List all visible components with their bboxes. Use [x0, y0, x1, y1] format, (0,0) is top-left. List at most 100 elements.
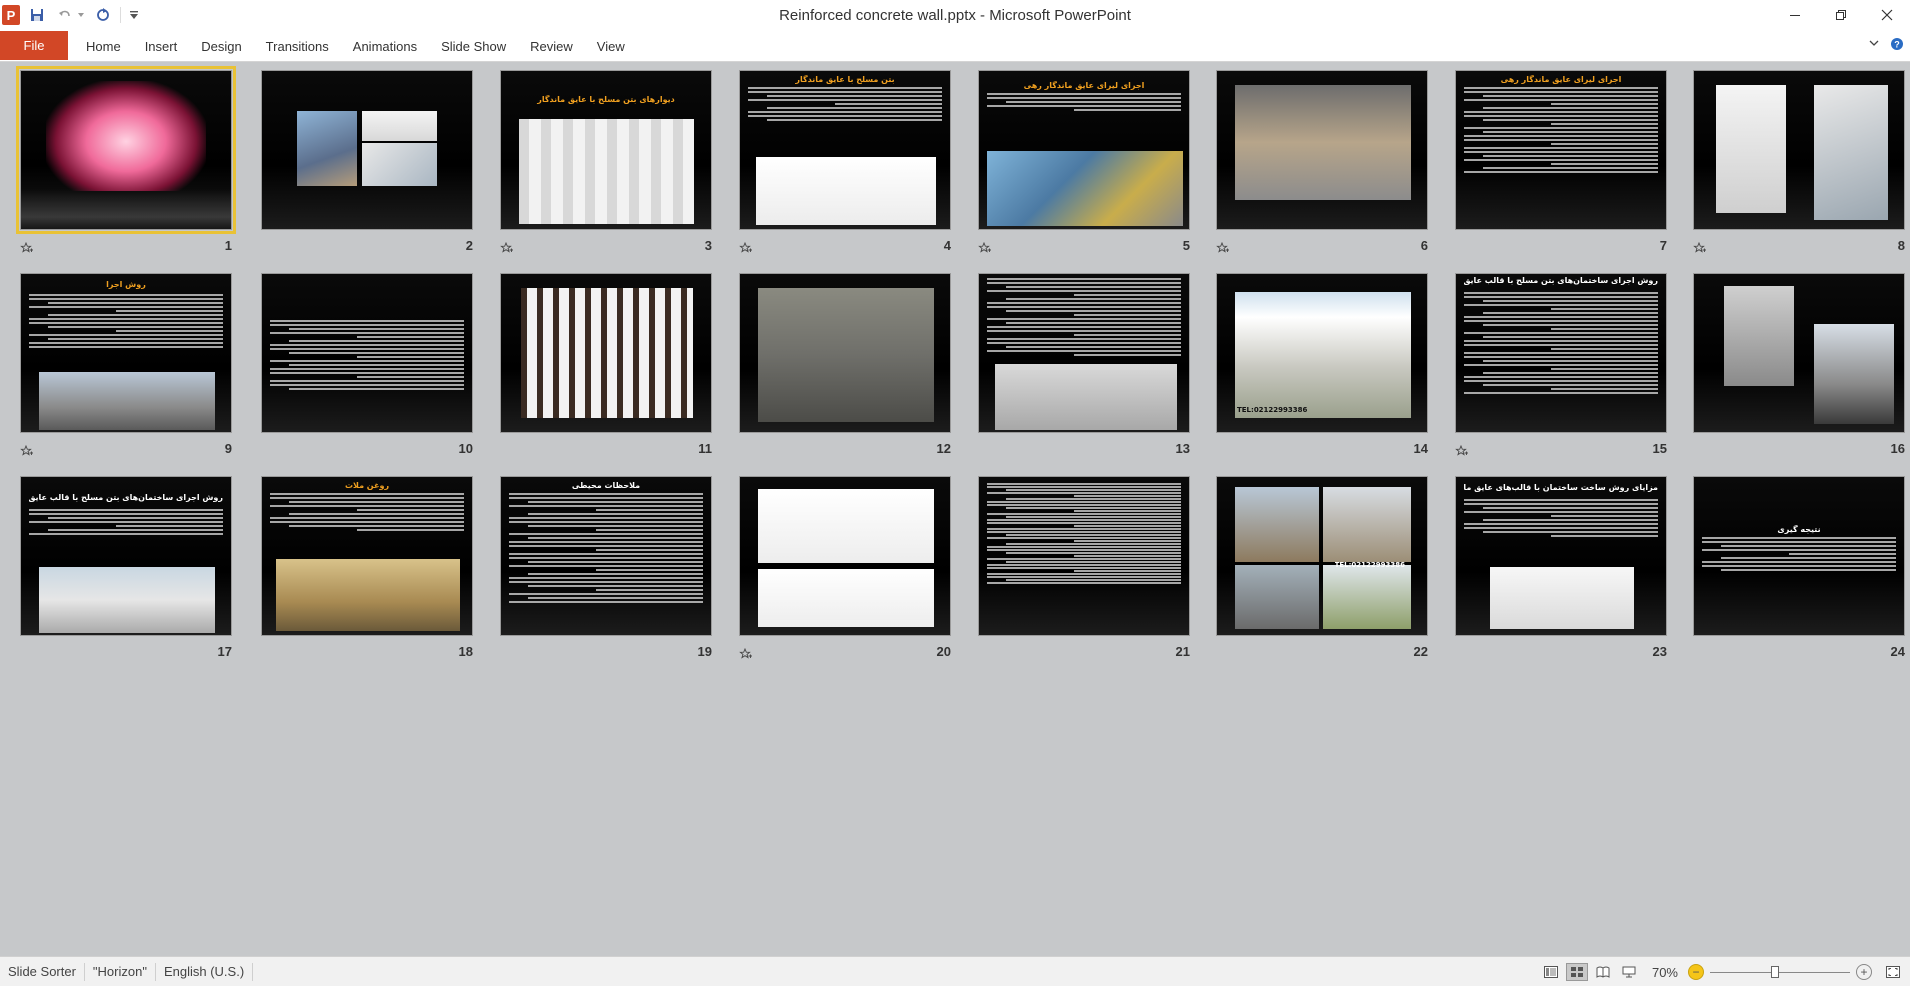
slide-thumbnail-3[interactable]: دیوارهای بتن مسلح با عایق ماندگار — [500, 70, 712, 230]
tab-transitions[interactable]: Transitions — [266, 39, 329, 54]
animation-star-icon[interactable] — [20, 444, 34, 457]
slide-thumbnail-4[interactable]: بتن مسلح با عایق ماندگار — [739, 70, 951, 230]
reading-view-icon[interactable] — [1592, 963, 1614, 981]
zoom-slider-thumb[interactable] — [1770, 966, 1779, 978]
slide-thumbnail-21[interactable] — [978, 476, 1190, 636]
text-line — [509, 577, 703, 579]
restore-button[interactable] — [1818, 0, 1864, 30]
slide-text-block — [1464, 499, 1658, 539]
tab-view[interactable]: View — [597, 39, 625, 54]
text-line — [509, 533, 703, 535]
text-line — [987, 278, 1181, 280]
zoom-level[interactable]: 70% — [1652, 965, 1678, 980]
text-line — [1464, 99, 1658, 101]
help-icon[interactable]: ? — [1890, 37, 1904, 54]
text-line — [1483, 300, 1658, 302]
site-wall-photo — [1235, 85, 1411, 200]
slide-thumbnail-24[interactable]: نتیجه گیری — [1693, 476, 1905, 636]
text-line — [987, 326, 1181, 328]
text-line — [1789, 553, 1896, 555]
animation-star-icon[interactable] — [1216, 241, 1230, 254]
text-line — [1006, 298, 1181, 300]
tab-slide-show[interactable]: Slide Show — [441, 39, 506, 54]
tab-design[interactable]: Design — [201, 39, 241, 54]
text-line — [1006, 507, 1181, 509]
slide-thumbnail-23[interactable]: مزایای روش ساخت ساختمان با قالب‌های عایق… — [1455, 476, 1667, 636]
text-line — [509, 553, 703, 555]
icf-blocks-photo — [39, 567, 215, 633]
slide-thumbnail-17[interactable]: روش اجرای ساختمان‌های بتن مسلح با قالب ع… — [20, 476, 232, 636]
slab-detail-drawing — [758, 489, 934, 563]
slide-thumbnail-9[interactable]: روش اجرا — [20, 273, 232, 433]
slide-thumbnail-19[interactable]: ملاحظات محیطی — [500, 476, 712, 636]
status-theme[interactable]: "Horizon" — [85, 962, 156, 981]
text-line — [1074, 334, 1181, 336]
text-line — [987, 306, 1181, 308]
text-line — [29, 533, 223, 535]
text-line — [48, 517, 223, 519]
concrete-pour-photo — [758, 288, 934, 422]
text-line — [1483, 155, 1658, 157]
text-line — [509, 557, 703, 559]
animation-star-icon[interactable] — [20, 241, 34, 254]
section-drawing — [758, 569, 934, 627]
zoom-out-button[interactable]: − — [1688, 964, 1704, 980]
text-line — [748, 87, 942, 89]
slide-number: 22 — [1413, 644, 1428, 659]
animation-star-icon[interactable] — [739, 241, 753, 254]
slide-thumbnail-11[interactable] — [500, 273, 712, 433]
text-line — [509, 545, 703, 547]
text-line — [1464, 511, 1658, 513]
tab-insert[interactable]: Insert — [145, 39, 178, 54]
animation-star-icon[interactable] — [1455, 444, 1469, 457]
slide-thumbnail-16[interactable] — [1693, 273, 1905, 433]
tab-animations[interactable]: Animations — [353, 39, 417, 54]
animation-star-icon[interactable] — [500, 241, 514, 254]
close-button[interactable] — [1864, 0, 1910, 30]
slide-text-block — [1702, 537, 1896, 573]
slide-show-view-icon[interactable] — [1618, 963, 1640, 981]
slide-thumbnail-6[interactable] — [1216, 70, 1428, 230]
slide-number: 8 — [1897, 238, 1905, 253]
slide-sorter-view-icon[interactable] — [1565, 963, 1588, 981]
slide-thumbnail-18[interactable]: روغن ملات — [261, 476, 473, 636]
text-line — [748, 99, 942, 101]
tab-home[interactable]: Home — [86, 39, 121, 54]
text-line — [270, 521, 464, 523]
slide-thumbnail-15[interactable]: روش اجرای ساختمان‌های بتن مسلح با قالب ع… — [1455, 273, 1667, 433]
animation-star-icon[interactable] — [739, 647, 753, 660]
file-tab[interactable]: File — [0, 31, 68, 60]
slide-thumbnail-2[interactable] — [261, 70, 473, 230]
slide-number: 4 — [943, 238, 951, 253]
slide-thumbnail-1[interactable] — [16, 66, 236, 234]
slide-text-block — [270, 320, 464, 392]
animation-star-icon[interactable] — [978, 241, 992, 254]
slide-thumbnail-8[interactable] — [1693, 70, 1905, 230]
slide-thumbnail-20[interactable] — [739, 476, 951, 636]
slide-thumbnail-7[interactable]: اجرای لیرای عایق ماندگار رهی — [1455, 70, 1667, 230]
minimize-ribbon-icon[interactable] — [1868, 37, 1880, 54]
slide-number: 16 — [1890, 441, 1905, 456]
slide-thumbnail-14[interactable]: TEL:02122993386 — [1216, 273, 1428, 433]
fit-to-window-icon[interactable] — [1882, 963, 1904, 981]
block-diagram-right — [1814, 85, 1888, 220]
slide-number: 7 — [1659, 238, 1667, 253]
zoom-in-button[interactable]: + — [1856, 964, 1872, 980]
text-line — [289, 513, 464, 515]
slide-number: 20 — [936, 644, 951, 659]
tab-review[interactable]: Review — [530, 39, 573, 54]
normal-view-icon[interactable] — [1540, 963, 1562, 981]
animation-star-icon[interactable] — [1693, 241, 1707, 254]
slide-thumbnail-10[interactable] — [261, 273, 473, 433]
slide-thumbnail-5[interactable]: اجرای لیرای عایق ماندگار رهی — [978, 70, 1190, 230]
slide-thumbnail-13[interactable] — [978, 273, 1190, 433]
slide-text-block — [29, 509, 223, 537]
status-language[interactable]: English (U.S.) — [156, 962, 254, 981]
icf-diagram — [756, 157, 936, 225]
zoom-slider[interactable] — [1710, 963, 1850, 981]
slide-thumbnail-22[interactable]: TEL:02122993386 — [1216, 476, 1428, 636]
text-line — [1702, 549, 1896, 551]
minimize-button[interactable] — [1772, 0, 1818, 30]
slide-title: دیوارهای بتن مسلح با عایق ماندگار — [537, 95, 675, 104]
slide-thumbnail-12[interactable] — [739, 273, 951, 433]
